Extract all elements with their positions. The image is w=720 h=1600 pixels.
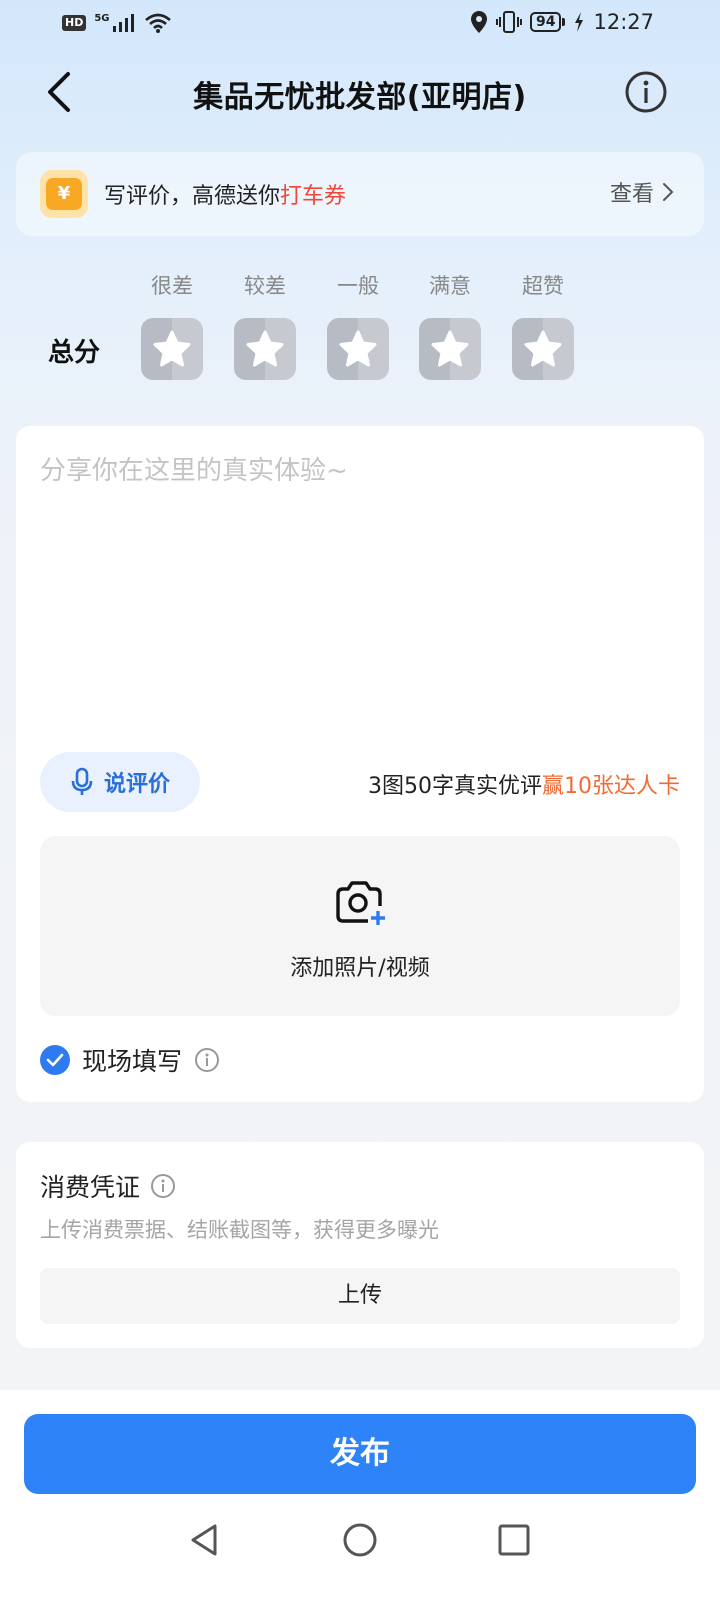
status-right: 94 12:27 [470,10,654,34]
system-back-button[interactable] [176,1510,236,1570]
signal-icon [112,14,134,32]
coupon-icon: ¥ [40,170,88,218]
review-card: 说评价 3图50字真实优评赢10张达人卡 添加照片/视频 现场填写 [16,426,704,1102]
reward-text-highlight: 赢10张达人卡 [542,774,680,799]
battery-tip [562,18,566,26]
system-home-button[interactable] [330,1510,390,1570]
rating-section: 总分 很差 较差 一般 满意 超赞 [0,270,720,390]
vibrate-icon [495,11,522,33]
charging-icon [575,12,584,32]
chevron-right-icon [663,183,674,201]
rating-label: 总分 [48,338,101,368]
star-button[interactable] [419,318,481,380]
rating-option-2: 较差 [234,270,296,380]
location-icon [470,11,487,33]
add-media-button[interactable]: 添加照片/视频 [40,836,680,1016]
rating-option-5: 超赞 [512,270,574,380]
star-icon [339,330,377,367]
system-recents-button[interactable] [484,1510,544,1570]
page-title: 集品无忧批发部(亚明店) [193,80,527,115]
publish-button[interactable]: 发布 [24,1414,696,1494]
store-info-button[interactable] [624,70,668,114]
hd-badge: HD [62,15,87,31]
reward-text: 3图50字真实优评赢10张达人卡 [368,768,680,800]
upload-button[interactable]: 上传 [40,1268,680,1324]
camera-plus-icon [336,881,385,925]
rating-caption: 一般 [337,274,379,298]
voice-review-button[interactable]: 说评价 [40,752,200,812]
promo-text: 写评价，高德送你打车券 [104,178,346,210]
star-icon [246,330,284,367]
promo-view-link[interactable]: 查看 [610,176,674,208]
add-media-label: 添加照片/视频 [290,956,430,981]
star-button[interactable] [141,318,203,380]
promo-text-prefix: 写评价，高德送你 [104,184,281,209]
star-button[interactable] [512,318,574,380]
star-icon [524,330,562,367]
star-button[interactable] [327,318,389,380]
coupon-icon-symbol: ¥ [46,178,82,210]
rating-caption: 较差 [244,274,286,298]
reward-text-prefix: 3图50字真实优评 [368,774,542,799]
consumption-proof-card: 消费凭证 上传消费票据、结账截图等，获得更多曝光 上传 [16,1142,704,1348]
clock: 12:27 [593,10,654,34]
proof-title: 消费凭证 [40,1173,141,1202]
status-bar: HD 5G 94 12:27 [0,0,720,48]
proof-title-row: 消费凭证 [40,1168,176,1204]
onsite-checkbox[interactable] [40,1045,70,1075]
info-icon[interactable] [150,1173,176,1199]
rating-option-1: 很差 [141,270,203,380]
wifi-icon [144,13,171,33]
rating-caption: 很差 [151,274,193,298]
info-icon [625,71,667,113]
rating-option-3: 一般 [327,270,389,380]
triangle-back-icon [191,1524,217,1556]
star-icon [431,330,469,367]
review-input[interactable] [40,450,680,730]
star-icon [153,330,191,367]
promo-text-highlight: 打车券 [280,184,347,209]
battery-level: 94 [529,12,562,32]
promo-banner[interactable]: ¥ 写评价，高德送你打车券 查看 [16,152,704,236]
bottom-bar: 发布 [0,1390,720,1600]
square-recents-icon [498,1524,530,1556]
promo-view-label: 查看 [609,182,654,207]
info-icon[interactable] [194,1047,220,1073]
status-left: HD 5G [62,12,172,34]
battery-indicator: 94 [529,12,566,32]
voice-review-label: 说评价 [103,772,170,797]
rating-option-4: 满意 [419,270,481,380]
nav-bar: 集品无忧批发部(亚明店) [0,56,720,128]
system-nav-bar [0,1510,720,1570]
rating-caption: 超赞 [522,274,564,298]
onsite-toggle-row: 现场填写 [40,1042,220,1078]
proof-description: 上传消费票据、结账截图等，获得更多曝光 [40,1218,439,1242]
rating-caption: 满意 [429,274,471,298]
circle-home-icon [343,1523,377,1557]
onsite-label: 现场填写 [82,1047,183,1076]
check-icon [46,1053,64,1067]
microphone-icon [71,767,93,795]
star-button[interactable] [234,318,296,380]
network-label: 5G [94,12,110,24]
